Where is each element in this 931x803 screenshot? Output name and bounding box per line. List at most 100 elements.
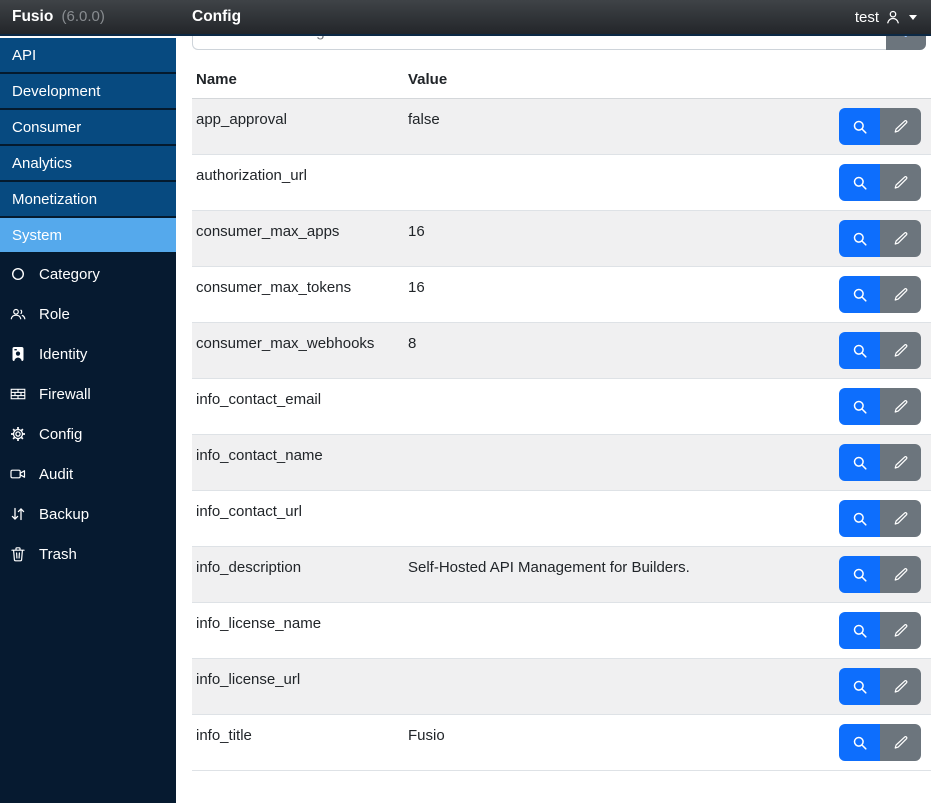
pencil-icon xyxy=(893,399,909,415)
row-actions xyxy=(829,267,931,322)
config-name: info_description xyxy=(196,559,302,576)
edit-button[interactable] xyxy=(880,108,921,145)
sidebar-item-label: Config xyxy=(39,425,83,443)
edit-button[interactable] xyxy=(880,388,921,425)
view-button[interactable] xyxy=(839,556,880,593)
column-header-name: Name xyxy=(196,71,237,88)
action-button-group xyxy=(839,164,921,201)
action-button-group xyxy=(839,108,921,145)
gear-icon xyxy=(10,426,26,442)
sidebar-item-system[interactable]: System xyxy=(0,218,176,254)
table-row: info_title Fusio xyxy=(192,715,931,771)
magnifier-icon xyxy=(852,623,868,639)
brand-version: (6.0.0) xyxy=(61,8,105,25)
config-name: info_license_name xyxy=(196,615,322,632)
edit-button[interactable] xyxy=(880,668,921,705)
sidebar-item-firewall[interactable]: Firewall xyxy=(0,374,176,414)
sidebar-item-analytics[interactable]: Analytics xyxy=(0,146,176,182)
sidebar-item-audit[interactable]: Audit xyxy=(0,454,176,494)
action-button-group xyxy=(839,388,921,425)
action-button-group xyxy=(839,612,921,649)
view-button[interactable] xyxy=(839,444,880,481)
config-name: info_contact_url xyxy=(196,503,302,520)
sidebar-item-config[interactable]: Config xyxy=(0,414,176,454)
config-value: 16 xyxy=(408,223,425,240)
brand-link[interactable]: Fusio (6.0.0) xyxy=(0,8,176,26)
sidebar-item-identity[interactable]: Identity xyxy=(0,334,176,374)
config-value: false xyxy=(408,111,440,128)
edit-button[interactable] xyxy=(880,276,921,313)
edit-button[interactable] xyxy=(880,332,921,369)
magnifier-icon xyxy=(852,231,868,247)
action-button-group xyxy=(839,220,921,257)
table-row: info_contact_email xyxy=(192,379,931,435)
sidebar-main-nav: API Development Consumer Analytics Monet… xyxy=(0,38,176,254)
edit-button[interactable] xyxy=(880,612,921,649)
edit-button[interactable] xyxy=(880,556,921,593)
pencil-icon xyxy=(893,175,909,191)
table-row: info_contact_url xyxy=(192,491,931,547)
sidebar-item-monetization[interactable]: Monetization xyxy=(0,182,176,218)
config-value: Self-Hosted API Management for Builders. xyxy=(408,559,690,576)
sidebar-item-category[interactable]: Category xyxy=(0,254,176,294)
sidebar-item-label: Firewall xyxy=(39,385,91,403)
view-button[interactable] xyxy=(839,108,880,145)
view-button[interactable] xyxy=(839,612,880,649)
view-button[interactable] xyxy=(839,500,880,537)
pencil-icon xyxy=(893,679,909,695)
action-button-group xyxy=(839,276,921,313)
sidebar-item-label: Role xyxy=(39,305,70,323)
view-button[interactable] xyxy=(839,164,880,201)
sidebar-item-role[interactable]: Role xyxy=(0,294,176,334)
view-button[interactable] xyxy=(839,332,880,369)
row-actions xyxy=(829,435,931,490)
edit-button[interactable] xyxy=(880,500,921,537)
sidebar-item-label: Category xyxy=(39,265,100,283)
config-table: Name Value app_approval false authorizat… xyxy=(192,63,931,771)
config-name: info_contact_email xyxy=(196,391,322,408)
view-button[interactable] xyxy=(839,668,880,705)
table-body: app_approval false authorization_url con… xyxy=(192,99,931,771)
sidebar-item-development[interactable]: Development xyxy=(0,74,176,110)
pencil-icon xyxy=(893,119,909,135)
camera-video-icon xyxy=(10,466,26,482)
column-header-actions xyxy=(829,63,931,98)
table-row: app_approval false xyxy=(192,99,931,155)
column-header-value: Value xyxy=(408,71,448,88)
table-row: info_license_url xyxy=(192,659,931,715)
edit-button[interactable] xyxy=(880,724,921,761)
row-actions xyxy=(829,323,931,378)
view-button[interactable] xyxy=(839,724,880,761)
edit-button[interactable] xyxy=(880,220,921,257)
edit-button[interactable] xyxy=(880,164,921,201)
pencil-icon xyxy=(893,511,909,527)
pencil-icon xyxy=(893,231,909,247)
sidebar-item-backup[interactable]: Backup xyxy=(0,494,176,534)
table-row: consumer_max_webhooks 8 xyxy=(192,323,931,379)
user-menu[interactable]: test xyxy=(855,9,931,26)
action-button-group xyxy=(839,724,921,761)
view-button[interactable] xyxy=(839,220,880,257)
sidebar-item-api[interactable]: API xyxy=(0,38,176,74)
magnifier-icon xyxy=(852,119,868,135)
row-actions xyxy=(829,659,931,714)
config-name: info_title xyxy=(196,727,252,744)
action-button-group xyxy=(839,500,921,537)
magnifier-icon xyxy=(852,399,868,415)
brand-name: Fusio xyxy=(12,8,54,25)
view-button[interactable] xyxy=(839,276,880,313)
sidebar-item-label: Audit xyxy=(39,465,74,483)
table-row: authorization_url xyxy=(192,155,931,211)
magnifier-icon xyxy=(852,511,868,527)
sidebar-item-consumer[interactable]: Consumer xyxy=(0,110,176,146)
config-name: app_approval xyxy=(196,111,287,128)
row-actions xyxy=(829,547,931,602)
table-row: info_license_name xyxy=(192,603,931,659)
table-row: info_description Self-Hosted API Managem… xyxy=(192,547,931,603)
sidebar-item-label: Identity xyxy=(39,345,88,363)
edit-button[interactable] xyxy=(880,444,921,481)
people-icon xyxy=(10,306,26,322)
sidebar-item-trash[interactable]: Trash xyxy=(0,534,176,574)
magnifier-icon xyxy=(852,175,868,191)
view-button[interactable] xyxy=(839,388,880,425)
